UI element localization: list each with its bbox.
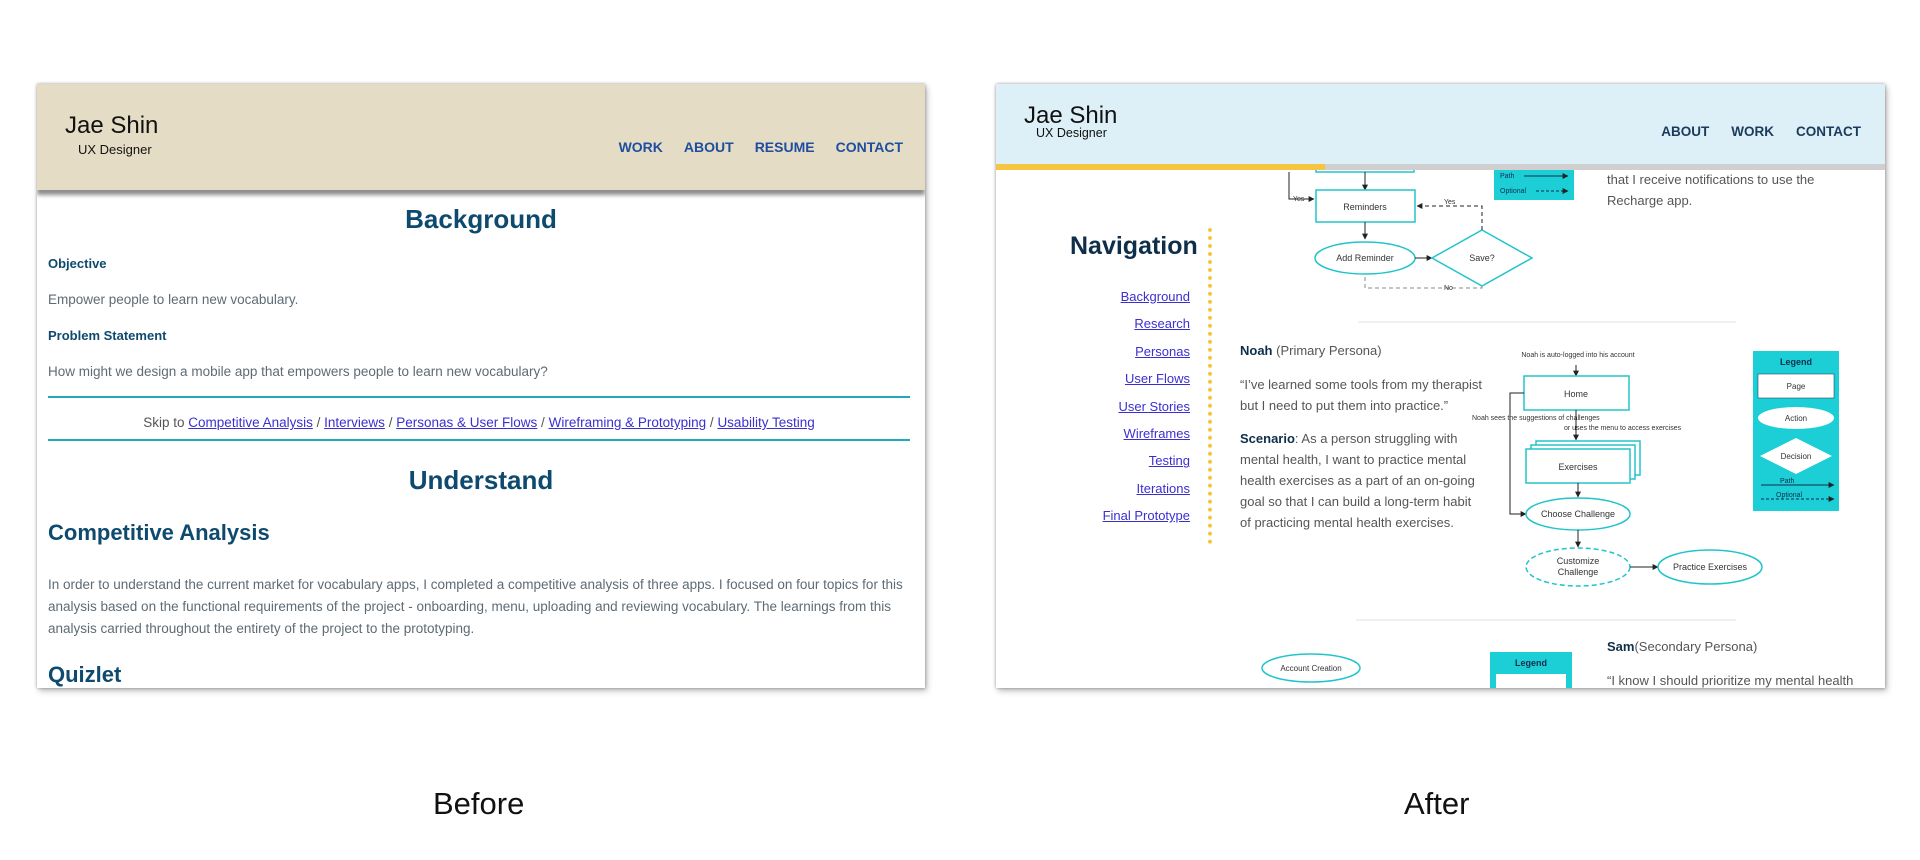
noah-persona-heading: Noah (Primary Persona) — [1240, 340, 1485, 361]
objective-text: Empower people to learn new vocabulary. — [48, 292, 299, 307]
sam-persona-heading: Sam(Secondary Persona) — [1607, 636, 1877, 657]
sam-quote: “I know I should prioritize my mental he… — [1607, 673, 1854, 688]
legend-path: Path — [1780, 478, 1795, 485]
scenario-label: Scenario — [1240, 431, 1295, 446]
caption-after: After — [1404, 786, 1470, 821]
quizlet-heading: Quizlet — [48, 662, 122, 687]
flow-yes-left: Yes — [1293, 196, 1305, 203]
sam-name: Sam — [1607, 639, 1635, 654]
divider-bottom — [48, 439, 910, 441]
exercises-label: Exercises — [1558, 462, 1598, 472]
noah-scenario: Scenario: As a person struggling with me… — [1240, 428, 1485, 533]
customize-label: Customize — [1557, 556, 1600, 566]
choose-challenge-label: Choose Challenge — [1541, 509, 1615, 519]
sidebar-link-wireframes[interactable]: Wireframes — [1103, 420, 1190, 447]
site-role: UX Designer — [78, 142, 152, 157]
sidebar-link-testing[interactable]: Testing — [1103, 447, 1190, 474]
main-nav: ABOUT WORK CONTACT — [1661, 124, 1861, 139]
sidebar-link-final-prototype[interactable]: Final Prototype — [1103, 502, 1190, 529]
sidebar-link-personas[interactable]: Personas — [1103, 338, 1190, 365]
skip-prefix: Skip to — [143, 415, 185, 430]
nav-contact[interactable]: CONTACT — [1796, 124, 1861, 139]
noah-quote: “I’ve learned some tools from my therapi… — [1240, 377, 1483, 413]
skip-link-wireframing[interactable]: Wireframing & Prototyping — [549, 415, 707, 430]
background-heading: Background — [405, 204, 557, 234]
skip-separator: / — [541, 415, 545, 430]
skip-separator: / — [316, 415, 321, 430]
before-screenshot: Jae Shin UX Designer WORK ABOUT RESUME C… — [37, 84, 925, 688]
account-creation-label: Account Creation — [1280, 664, 1341, 673]
legend-optional: Optional — [1776, 492, 1803, 499]
reminders-label: Reminders — [1343, 202, 1387, 212]
skip-link-interviews[interactable]: Interviews — [324, 415, 385, 430]
flow-yes-right: Yes — [1444, 199, 1456, 206]
flow-no: No — [1444, 285, 1453, 292]
understand-heading: Understand — [408, 465, 554, 495]
nav-contact[interactable]: CONTACT — [836, 139, 903, 155]
home-label: Home — [1564, 389, 1588, 399]
noah-tag: (Primary Persona) — [1276, 343, 1382, 358]
nav-about[interactable]: ABOUT — [1661, 124, 1709, 139]
sidebar-divider — [1208, 228, 1212, 544]
problem-statement-text: How might we design a mobile app that em… — [48, 364, 548, 379]
sidebar-link-iterations[interactable]: Iterations — [1103, 475, 1190, 502]
skip-link-usability-testing[interactable]: Usability Testing — [717, 415, 814, 430]
problem-statement-label: Problem Statement — [48, 328, 167, 343]
sidebar-link-background[interactable]: Background — [1103, 283, 1190, 310]
main-nav: WORK ABOUT RESUME CONTACT — [619, 139, 903, 155]
sidebar-link-research[interactable]: Research — [1103, 310, 1190, 337]
challenge-label: Challenge — [1558, 567, 1599, 577]
flow-top: Yes Reminders Add Reminder Save? Yes No … — [1288, 157, 1574, 292]
skip-to-nav: Skip to Competitive Analysis / Interview… — [48, 415, 910, 430]
competitive-analysis-heading: Competitive Analysis — [48, 520, 270, 545]
sidebar-link-user-stories[interactable]: User Stories — [1103, 393, 1190, 420]
sam-tag: (Secondary Persona) — [1634, 639, 1758, 654]
after-screenshot: Yes Reminders Add Reminder Save? Yes No … — [996, 84, 1885, 688]
legend-action: Action — [1785, 414, 1807, 423]
menu-note: or uses the menu to access exercises — [1564, 425, 1682, 432]
site-header: Jae Shin UX Designer ABOUT WORK CONTACT — [996, 84, 1885, 164]
skip-separator: / — [388, 415, 393, 430]
sidebar-nav: Background Research Personas User Flows … — [1103, 283, 1190, 530]
legend-top-optional: Optional — [1500, 188, 1527, 195]
flow-noah: Noah is auto-logged into his account Hom… — [1472, 351, 1839, 587]
competitive-analysis-paragraph: In order to understand the current marke… — [48, 577, 903, 636]
skip-link-personas[interactable]: Personas & User Flows — [396, 415, 537, 430]
sidebar-title: Navigation — [1070, 232, 1198, 260]
legend-decision: Decision — [1781, 452, 1812, 461]
nav-resume[interactable]: RESUME — [755, 139, 815, 155]
sidebar-link-user-flows[interactable]: User Flows — [1103, 365, 1190, 392]
skip-link-competitive-analysis[interactable]: Competitive Analysis — [188, 415, 313, 430]
practice-label: Practice Exercises — [1673, 562, 1748, 572]
noah-name: Noah — [1240, 343, 1273, 358]
add-reminder-label: Add Reminder — [1336, 253, 1394, 263]
nav-about[interactable]: ABOUT — [684, 139, 734, 155]
site-role: UX Designer — [1036, 126, 1107, 140]
persona-scenario-tail: that I receive notifications to use the … — [1607, 172, 1815, 208]
nav-work[interactable]: WORK — [619, 139, 663, 155]
legend-sam-title: Legend — [1515, 658, 1547, 668]
divider-top — [48, 396, 910, 398]
legend-top-path: Path — [1500, 173, 1515, 180]
nav-work[interactable]: WORK — [1731, 124, 1774, 139]
flow-sam: Account Creation Legend — [1261, 652, 1572, 688]
site-name[interactable]: Jae Shin — [65, 112, 158, 140]
legend-page: Page — [1787, 382, 1806, 391]
objective-label: Objective — [48, 256, 107, 271]
site-header: Jae Shin UX Designer WORK ABOUT RESUME C… — [37, 84, 925, 190]
skip-separator: / — [709, 415, 714, 430]
legend-title: Legend — [1780, 357, 1812, 367]
save-label: Save? — [1469, 253, 1495, 263]
suggestions-note: Noah sees the suggestions of challenges — [1472, 415, 1600, 422]
caption-before: Before — [433, 786, 525, 821]
auto-login-note: Noah is auto-logged into his account — [1521, 352, 1634, 359]
scroll-progress-bar — [996, 164, 1325, 170]
